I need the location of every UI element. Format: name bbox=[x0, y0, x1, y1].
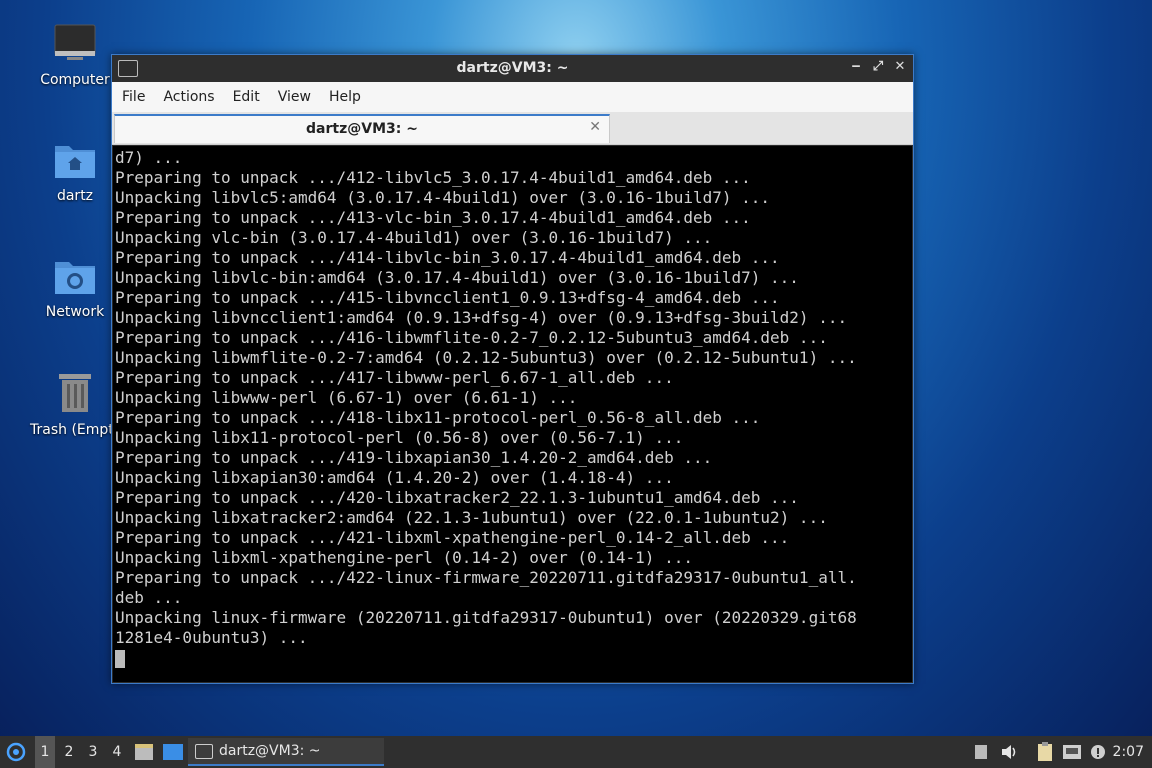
terminal-icon bbox=[195, 743, 213, 759]
terminal-line: Preparing to unpack .../420-libxatracker… bbox=[115, 488, 799, 507]
desktop-icon-home-folder[interactable]: dartz bbox=[30, 140, 120, 204]
desktop-icon-label: Computer bbox=[40, 72, 110, 88]
clipboard-icon bbox=[1038, 742, 1052, 761]
terminal-line: Unpacking libwww-perl (6.67-1) over (6.6… bbox=[115, 388, 578, 407]
show-desktop-button[interactable] bbox=[162, 736, 184, 768]
menu-edit[interactable]: Edit bbox=[224, 89, 269, 105]
trash-icon bbox=[59, 374, 91, 412]
terminal-cursor-line bbox=[115, 648, 912, 668]
desktop-icon-label: Trash (Empty) bbox=[30, 422, 128, 438]
terminal-line: 1281e4-0ubuntu3) ... bbox=[115, 628, 308, 647]
terminal-line: Unpacking libvncclient1:amd64 (0.9.13+df… bbox=[115, 308, 848, 327]
desktop-icon-trash[interactable]: Trash (Empty) bbox=[30, 372, 128, 438]
network-indicator[interactable] bbox=[1061, 736, 1083, 768]
terminal-line: Unpacking libwmflite-0.2-7:amd64 (0.2.12… bbox=[115, 348, 857, 367]
task-label: dartz@VM3: ~ bbox=[219, 743, 321, 759]
close-button[interactable]: ✕ bbox=[893, 59, 907, 75]
clock[interactable]: 2:07 bbox=[1113, 736, 1144, 768]
desktop-icon-label: dartz bbox=[56, 188, 94, 204]
notification-icon bbox=[1091, 745, 1105, 759]
network-folder-icon bbox=[55, 262, 95, 294]
start-menu-button[interactable] bbox=[4, 736, 28, 768]
terminal-line: Unpacking libxapian30:amd64 (1.4.20-2) o… bbox=[115, 468, 674, 487]
terminal-tab[interactable]: dartz@VM3: ~ ✕ bbox=[114, 114, 610, 143]
terminal-line: Unpacking libvlc5:amd64 (3.0.17.4-4build… bbox=[115, 188, 771, 207]
volume-icon bbox=[1002, 745, 1016, 759]
terminal-line: Preparing to unpack .../413-vlc-bin_3.0.… bbox=[115, 208, 751, 227]
network-icon bbox=[1063, 745, 1081, 759]
tab-bar: dartz@VM3: ~ ✕ bbox=[112, 112, 913, 145]
notification-indicator[interactable] bbox=[1088, 736, 1108, 768]
terminal-line: Unpacking libx11-protocol-perl (0.56-8) … bbox=[115, 428, 684, 447]
terminal-cursor bbox=[115, 649, 125, 668]
menu-file[interactable]: File bbox=[113, 89, 154, 105]
terminal-line: Preparing to unpack .../415-libvncclient… bbox=[115, 288, 780, 307]
menu-view[interactable]: View bbox=[269, 89, 320, 105]
tab-close-icon[interactable]: ✕ bbox=[589, 119, 601, 135]
terminal-line: deb ... bbox=[115, 588, 183, 607]
terminal-line: Preparing to unpack .../418-libx11-proto… bbox=[115, 408, 761, 427]
menu-actions[interactable]: Actions bbox=[154, 89, 223, 105]
file-manager-icon bbox=[135, 744, 153, 760]
home-folder-icon bbox=[55, 146, 95, 178]
terminal-line: Unpacking libxatracker2:amd64 (22.1.3-1u… bbox=[115, 508, 828, 527]
minimize-button[interactable]: ‒ bbox=[849, 59, 863, 75]
desktop-icon-computer[interactable]: Computer bbox=[30, 24, 120, 88]
terminal-line: Preparing to unpack .../419-libxapian30_… bbox=[115, 448, 713, 467]
keyboard-icon bbox=[975, 745, 987, 759]
terminal-line: Preparing to unpack .../422-linux-firmwa… bbox=[115, 568, 857, 587]
window-title: dartz@VM3: ~ bbox=[456, 60, 569, 76]
terminal-line: Unpacking libvlc-bin:amd64 (3.0.17.4-4bu… bbox=[115, 268, 799, 287]
volume-control[interactable] bbox=[998, 736, 1020, 768]
desktop-icon-label: Network bbox=[45, 304, 105, 320]
taskbar: 1 2 3 4 dartz@VM3: ~ 2:07 bbox=[0, 736, 1152, 768]
workspace-1[interactable]: 1 bbox=[35, 736, 55, 768]
workspace-2[interactable]: 2 bbox=[59, 736, 79, 768]
terminal-output[interactable]: d7) ... Preparing to unpack .../412-libvl… bbox=[113, 146, 912, 682]
terminal-line: Unpacking linux-firmware (20220711.gitdf… bbox=[115, 608, 857, 627]
taskbar-terminal-button[interactable]: dartz@VM3: ~ bbox=[188, 738, 384, 766]
computer-icon bbox=[54, 24, 96, 60]
terminal-line: Preparing to unpack .../421-libxml-xpath… bbox=[115, 528, 790, 547]
start-menu-icon bbox=[6, 742, 26, 762]
terminal-line: Unpacking vlc-bin (3.0.17.4-4build1) ove… bbox=[115, 228, 713, 247]
desktop-icon-network[interactable]: Network bbox=[30, 256, 120, 320]
workspace-4[interactable]: 4 bbox=[107, 736, 127, 768]
terminal-line: Preparing to unpack .../416-libwmflite-0… bbox=[115, 328, 828, 347]
menu-bar: File Actions Edit View Help bbox=[112, 82, 913, 112]
keyboard-indicator[interactable] bbox=[970, 736, 992, 768]
file-manager-launcher[interactable] bbox=[133, 736, 155, 768]
window-titlebar[interactable]: dartz@VM3: ~ ‒ ⤢ ✕ bbox=[112, 55, 913, 82]
terminal-line: Unpacking libxml-xpathengine-perl (0.14-… bbox=[115, 548, 693, 567]
workspace-3[interactable]: 3 bbox=[83, 736, 103, 768]
maximize-button[interactable]: ⤢ bbox=[871, 59, 885, 75]
terminal-window: dartz@VM3: ~ ‒ ⤢ ✕ File Actions Edit Vie… bbox=[111, 54, 914, 684]
clipboard-indicator[interactable] bbox=[1034, 736, 1056, 768]
terminal-line: Preparing to unpack .../412-libvlc5_3.0.… bbox=[115, 168, 751, 187]
terminal-line: Preparing to unpack .../417-libwww-perl_… bbox=[115, 368, 674, 387]
menu-help[interactable]: Help bbox=[320, 89, 370, 105]
show-desktop-icon bbox=[163, 744, 183, 760]
terminal-line: d7) ... bbox=[115, 148, 183, 167]
tab-label: dartz@VM3: ~ bbox=[306, 121, 418, 137]
terminal-line: Preparing to unpack .../414-libvlc-bin_3… bbox=[115, 248, 780, 267]
